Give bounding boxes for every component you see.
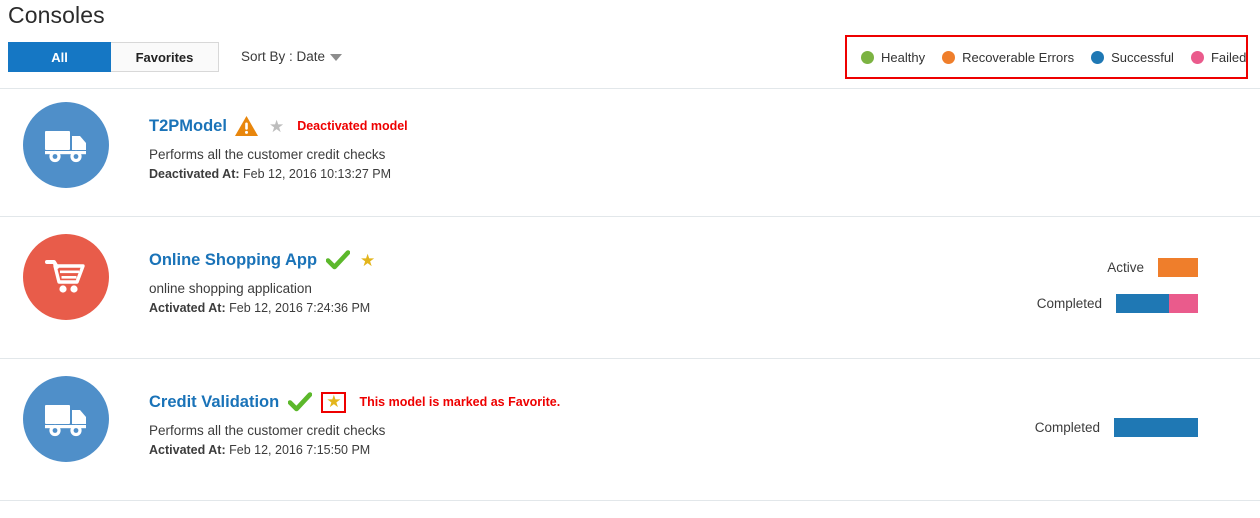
- status-bars: Completed: [1035, 418, 1198, 454]
- bar-segment-recoverable-errors: [1158, 258, 1198, 277]
- avatar: [23, 376, 109, 462]
- favorite-star-icon[interactable]: ★: [321, 391, 347, 413]
- check-icon: [288, 392, 313, 412]
- failed-dot-icon: [1190, 50, 1204, 64]
- timestamp-value: Feb 12, 2016 7:24:36 PM: [229, 301, 371, 315]
- status-bar-track: [1158, 258, 1198, 277]
- timestamp-value: Feb 12, 2016 10:13:27 PM: [243, 167, 392, 181]
- console-description: Performs all the customer credit checks: [149, 147, 386, 162]
- console-details: T2PModel ★ Deactivated model Performs al…: [149, 114, 408, 181]
- status-bar-row: Active: [1037, 258, 1198, 277]
- warning-triangle-icon: [234, 115, 258, 136]
- console-description: Performs all the customer credit checks: [149, 423, 386, 438]
- console-title[interactable]: T2PModel: [149, 117, 227, 136]
- legend-label: Recoverable Errors: [962, 49, 1075, 65]
- bar-segment-failed: [1169, 294, 1198, 313]
- status-legend: Healthy Recoverable Errors Successful Fa…: [845, 35, 1248, 79]
- bar-segment-successful: [1116, 294, 1169, 313]
- legend-item-healthy: Healthy: [861, 50, 925, 65]
- timestamp-label: Deactivated At:: [149, 167, 240, 181]
- legend-label: Failed: [1210, 49, 1247, 65]
- truck-icon: [45, 405, 86, 437]
- status-bar-label: Completed: [1034, 420, 1100, 435]
- recoverable-errors-dot-icon: [942, 50, 956, 64]
- console-details: Credit Validation ★ This model is marked…: [149, 390, 560, 457]
- avatar: [23, 234, 109, 320]
- timestamp-value: Feb 12, 2016 7:15:50 PM: [229, 443, 371, 457]
- row-divider: [0, 216, 1260, 217]
- row-divider: [0, 358, 1260, 359]
- legend-item-failed: Failed: [1190, 49, 1247, 65]
- tab-group: All Favorites: [8, 42, 219, 72]
- console-title-line: T2PModel ★ Deactivated model: [149, 114, 408, 138]
- status-bar-row: Completed: [1037, 294, 1198, 313]
- status-bar-label: Completed: [1036, 296, 1102, 311]
- console-title-line: Credit Validation ★ This model is marked…: [149, 390, 560, 414]
- console-title-line: Online Shopping App ★: [149, 248, 375, 272]
- tab-all[interactable]: All: [8, 42, 111, 72]
- tab-favorites[interactable]: Favorites: [111, 42, 219, 72]
- timestamp-label: Activated At:: [149, 301, 226, 315]
- console-timestamp: Deactivated At: Feb 12, 2016 10:13:27 PM: [149, 167, 408, 181]
- bar-segment-successful: [1114, 418, 1198, 437]
- status-bar-label: Active: [1107, 260, 1144, 275]
- console-list-item[interactable]: Credit Validation ★ This model is marked…: [0, 376, 1260, 480]
- favorite-annotation: This model is marked as Favorite.: [359, 395, 561, 409]
- status-bars: Active Completed: [1037, 258, 1198, 330]
- status-bar-track: [1116, 294, 1198, 313]
- avatar: [23, 102, 109, 188]
- healthy-dot-icon: [861, 50, 874, 64]
- favorite-star-icon[interactable]: ★: [360, 252, 375, 269]
- legend-item-recoverable-errors: Recoverable Errors: [942, 50, 1074, 65]
- page-title: Consoles: [8, 2, 105, 28]
- list-bottom-divider: [0, 500, 1260, 501]
- console-list-item[interactable]: Online Shopping App ★ online shopping ap…: [0, 234, 1260, 338]
- truck-icon: [45, 131, 86, 163]
- console-title[interactable]: Credit Validation: [149, 393, 279, 412]
- legend-label: Healthy: [881, 49, 926, 65]
- header-divider: [0, 88, 1260, 89]
- console-list-item[interactable]: T2PModel ★ Deactivated model Performs al…: [0, 102, 1260, 206]
- status-bar-track: [1114, 418, 1198, 437]
- sort-by-label: Sort By : Date: [241, 49, 326, 64]
- chevron-down-icon: [330, 53, 343, 61]
- sort-by-dropdown[interactable]: Sort By : Date: [241, 42, 343, 72]
- deactivated-annotation: Deactivated model: [297, 119, 408, 133]
- console-description: online shopping application: [149, 281, 312, 296]
- status-bar-row: Completed: [1035, 418, 1198, 437]
- timestamp-label: Activated At:: [149, 443, 226, 457]
- legend-label: Successful: [1111, 49, 1174, 65]
- favorite-star-icon[interactable]: ★: [269, 118, 284, 135]
- check-icon: [326, 250, 351, 270]
- shopping-cart-icon: [45, 260, 85, 293]
- successful-dot-icon: [1091, 50, 1105, 64]
- console-title[interactable]: Online Shopping App: [149, 251, 317, 270]
- console-timestamp: Activated At: Feb 12, 2016 7:24:36 PM: [149, 301, 375, 315]
- legend-item-successful: Successful: [1091, 50, 1174, 65]
- console-details: Online Shopping App ★ online shopping ap…: [149, 248, 375, 315]
- console-timestamp: Activated At: Feb 12, 2016 7:15:50 PM: [149, 443, 560, 457]
